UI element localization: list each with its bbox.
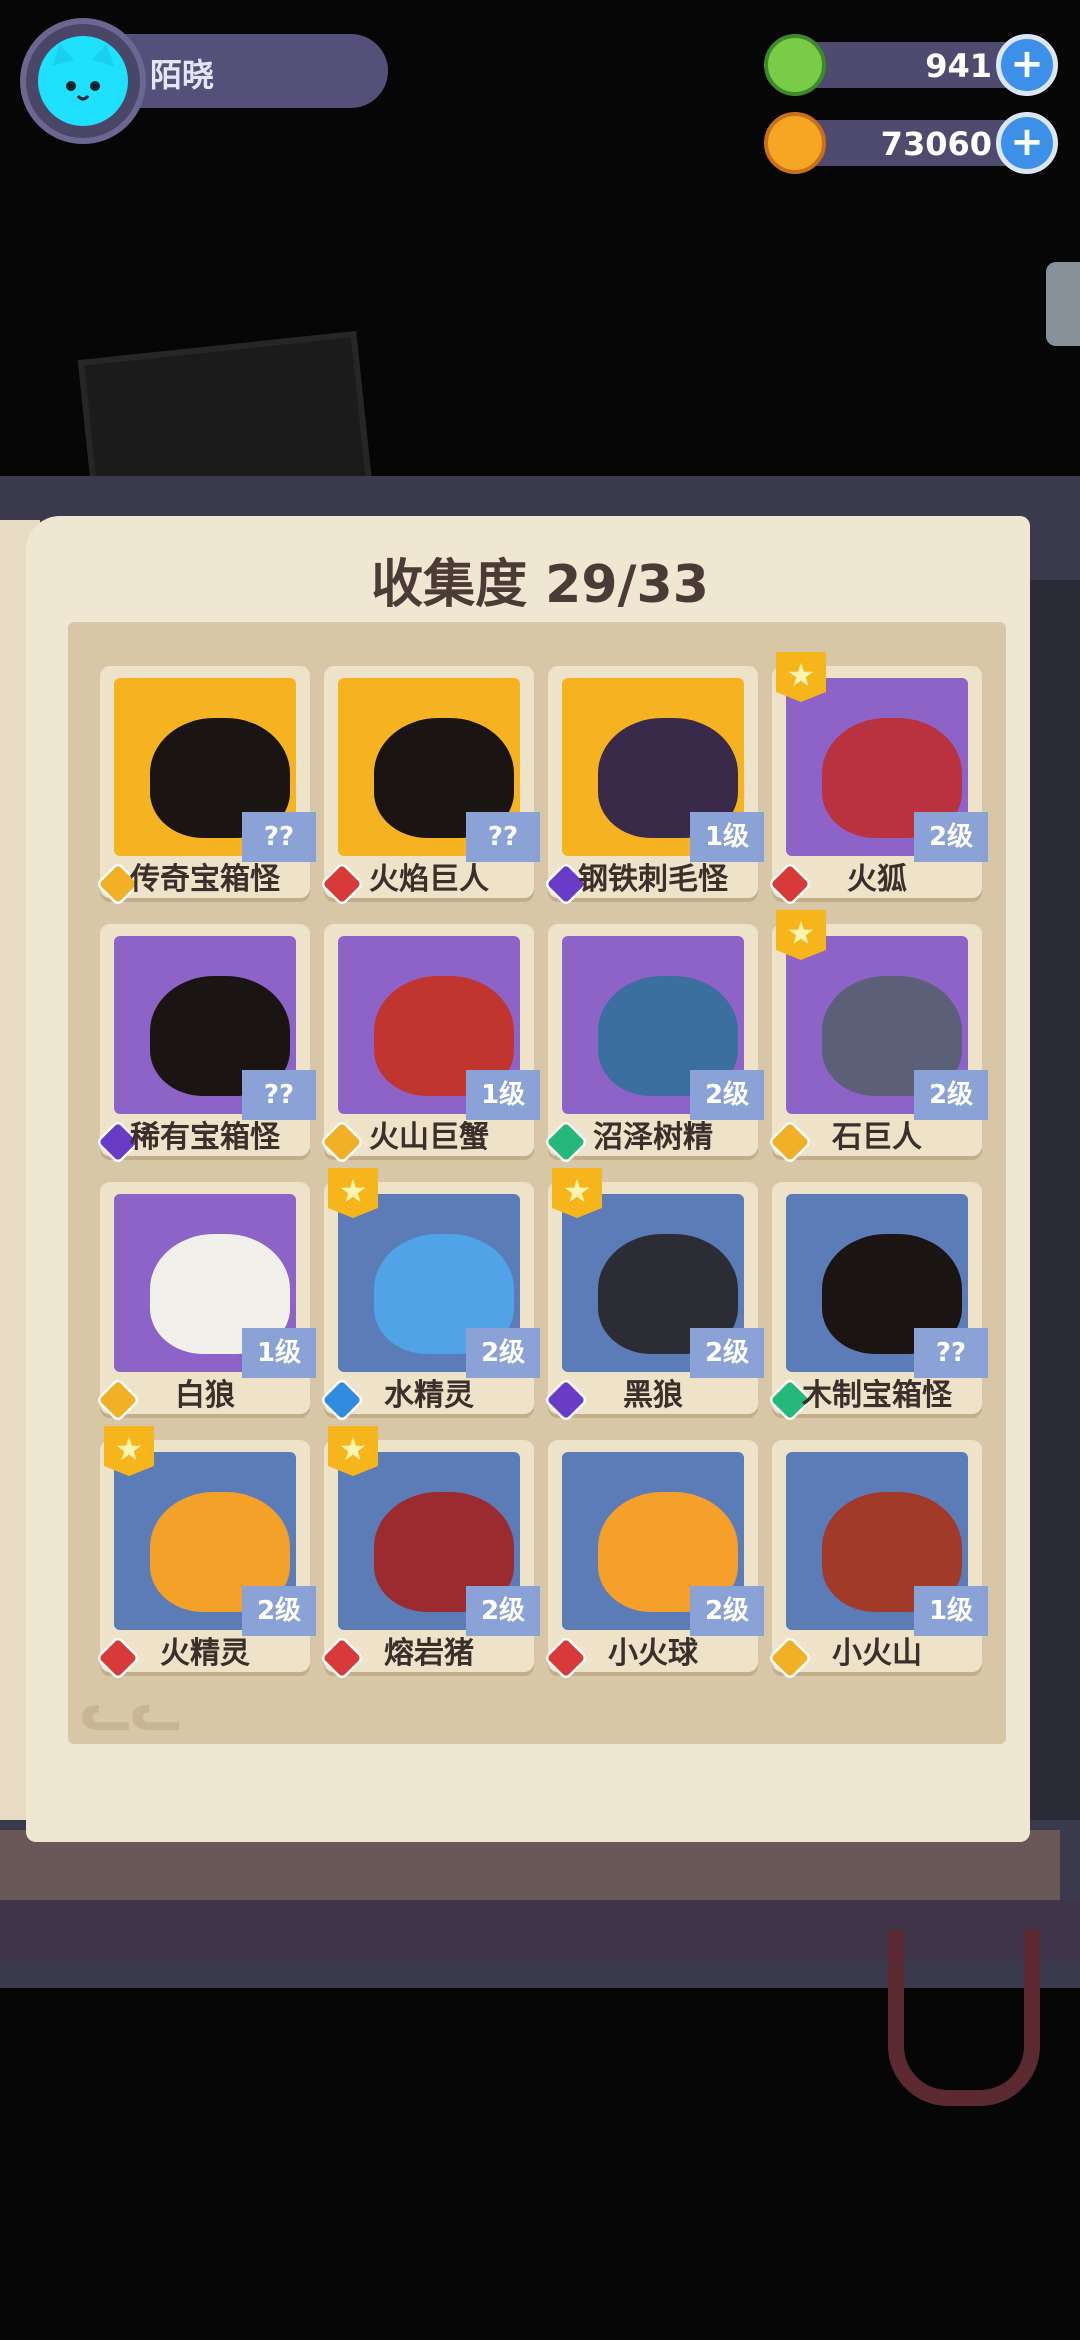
monster-card[interactable]: ?? 传奇宝箱怪 xyxy=(95,666,316,907)
green-gem-counter[interactable]: 941 + xyxy=(764,34,1064,96)
level-badge: 2级 xyxy=(690,1070,764,1120)
monster-name: 石巨人 xyxy=(832,1120,922,1155)
star-badge-icon: ★ xyxy=(776,652,826,702)
gold-coin-counter[interactable]: 73060 + xyxy=(764,112,1064,174)
collection-title: 收集度 29/33 xyxy=(371,555,709,615)
monster-card[interactable]: ?? 火焰巨人 xyxy=(319,666,540,907)
monster-name: 沼泽树精 xyxy=(593,1120,713,1155)
monster-name: 黑狼 xyxy=(623,1378,683,1413)
level-badge: 2级 xyxy=(466,1586,540,1636)
monster-name: 小火球 xyxy=(608,1636,698,1671)
monster-name: 传奇宝箱怪 xyxy=(130,862,280,897)
green-gem-icon xyxy=(764,34,826,96)
level-badge: 2级 xyxy=(914,1070,988,1120)
star-badge-icon: ★ xyxy=(104,1426,154,1476)
monster-name: 火精灵 xyxy=(160,1636,250,1671)
level-badge: 1级 xyxy=(242,1328,316,1378)
green-gem-value: 941 xyxy=(925,47,992,85)
level-badge: 1级 xyxy=(690,812,764,862)
cat-watermark-icon: ᓚᓚ xyxy=(80,1680,181,1743)
monster-card[interactable]: 1级 钢铁刺毛怪 xyxy=(543,666,764,907)
cat-face-icon[interactable] xyxy=(38,36,128,126)
monster-name: 稀有宝箱怪 xyxy=(130,1120,280,1155)
level-badge: ?? xyxy=(466,812,540,862)
level-badge: 1级 xyxy=(466,1070,540,1120)
gold-planet-icon xyxy=(764,112,826,174)
star-badge-icon: ★ xyxy=(552,1168,602,1218)
star-badge-icon: ★ xyxy=(776,910,826,960)
monster-name: 火山巨蟹 xyxy=(369,1120,489,1155)
monster-name: 火狐 xyxy=(847,862,907,897)
level-badge: 1级 xyxy=(914,1586,988,1636)
level-badge: 2级 xyxy=(690,1328,764,1378)
monster-name: 钢铁刺毛怪 xyxy=(578,862,728,897)
monster-name: 熔岩猪 xyxy=(384,1636,474,1671)
monster-name: 白狼 xyxy=(175,1378,235,1413)
monster-card[interactable]: 2级 熔岩猪 ★ xyxy=(319,1426,540,1681)
level-badge: 2级 xyxy=(466,1328,540,1378)
level-badge: 2级 xyxy=(690,1586,764,1636)
level-badge: 2级 xyxy=(914,812,988,862)
monster-card[interactable]: 2级 黑狼 ★ xyxy=(543,1168,764,1423)
monster-card[interactable]: ?? 木制宝箱怪 xyxy=(767,1182,988,1423)
monster-card[interactable]: 2级 沼泽树精 xyxy=(543,924,764,1165)
monster-card[interactable]: 1级 火山巨蟹 xyxy=(319,924,540,1165)
monster-name: 小火山 xyxy=(832,1636,922,1671)
level-badge: 2级 xyxy=(242,1586,316,1636)
gold-coin-value: 73060 xyxy=(880,125,992,163)
monster-card[interactable]: 2级 火精灵 ★ xyxy=(95,1426,316,1681)
monster-card[interactable]: 2级 小火球 xyxy=(543,1440,764,1681)
level-badge: ?? xyxy=(914,1328,988,1378)
star-badge-icon: ★ xyxy=(328,1168,378,1218)
monster-name: 木制宝箱怪 xyxy=(802,1378,952,1413)
player-name: 陌晓 xyxy=(150,56,215,94)
add-gem-button[interactable]: + xyxy=(996,34,1058,96)
side-clip-icon[interactable] xyxy=(1046,262,1080,346)
monster-card[interactable]: 1级 白狼 xyxy=(95,1182,316,1423)
monster-card[interactable]: ?? 稀有宝箱怪 xyxy=(95,924,316,1165)
add-coin-button[interactable]: + xyxy=(996,112,1058,174)
monster-card[interactable]: 2级 火狐 ★ xyxy=(767,652,988,907)
bookmark-ribbon xyxy=(888,1930,1040,2106)
monster-name: 火焰巨人 xyxy=(369,862,489,897)
monster-card[interactable]: 1级 小火山 xyxy=(767,1440,988,1681)
book-right-edge xyxy=(1030,580,1080,1820)
star-badge-icon: ★ xyxy=(328,1426,378,1476)
level-badge: ?? xyxy=(242,812,316,862)
monster-card[interactable]: 2级 水精灵 ★ xyxy=(319,1168,540,1423)
monster-card[interactable]: 2级 石巨人 ★ xyxy=(767,910,988,1165)
monster-name: 水精灵 xyxy=(384,1378,474,1413)
level-badge: ?? xyxy=(242,1070,316,1120)
